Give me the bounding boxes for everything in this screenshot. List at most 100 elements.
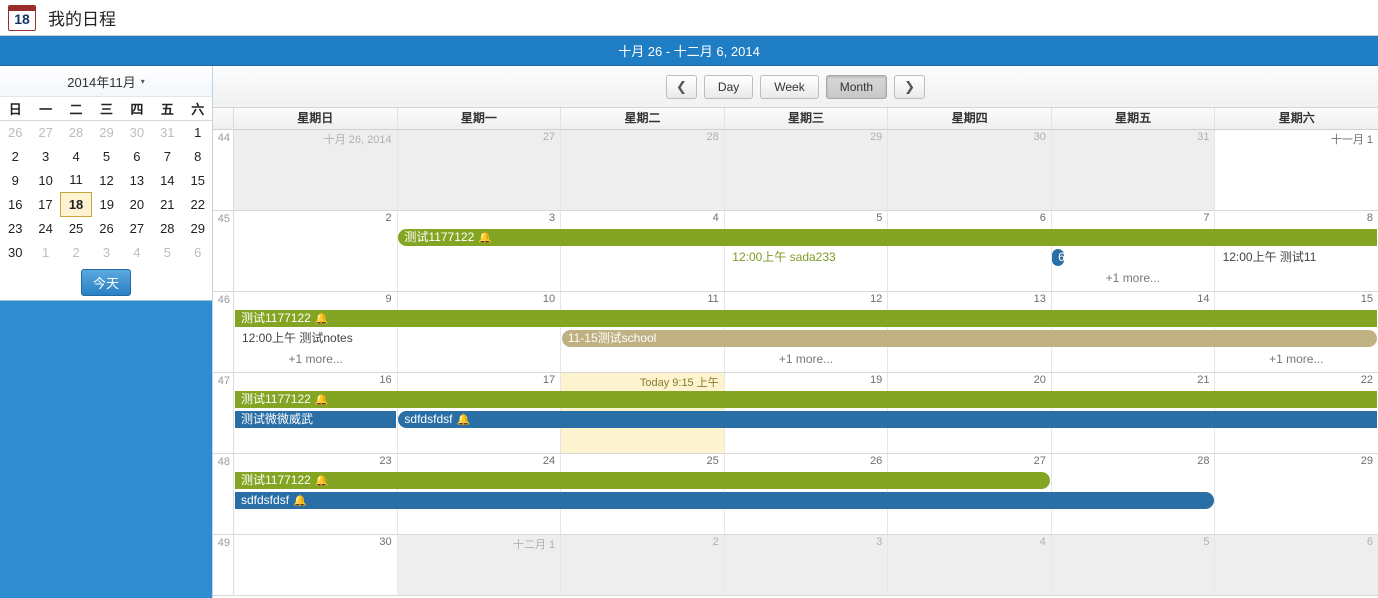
- more-events-link[interactable]: +1 more...: [1215, 352, 1378, 367]
- calendar-event[interactable]: 测试1177122 🔔: [235, 310, 1377, 327]
- day-cell[interactable]: 28: [560, 130, 724, 210]
- mini-calendar-day[interactable]: 22: [183, 192, 213, 216]
- mini-calendar-day[interactable]: 17: [30, 192, 60, 216]
- mini-calendar-day[interactable]: 9: [0, 168, 30, 192]
- mini-calendar-day-today[interactable]: 18: [60, 191, 92, 217]
- mini-calendar-day[interactable]: 20: [122, 192, 152, 216]
- day-cell[interactable]: 6: [887, 211, 1051, 291]
- mini-calendar-day[interactable]: 16: [0, 192, 30, 216]
- prev-button[interactable]: ❮: [666, 74, 697, 99]
- calendar-event-timed[interactable]: 12:00上午 测试notes: [236, 330, 395, 347]
- day-number: 30: [379, 536, 392, 548]
- mini-calendar-day[interactable]: 29: [183, 216, 213, 240]
- week-number: 45: [213, 211, 234, 291]
- mini-calendar-day[interactable]: 27: [122, 216, 152, 240]
- mini-calendar-day[interactable]: 28: [61, 120, 91, 144]
- day-cell[interactable]: 十月 26, 2014: [234, 130, 397, 210]
- mini-calendar-day[interactable]: 12: [91, 168, 121, 192]
- mini-calendar-week-row: 16 17 18 19 20 21 22: [0, 191, 213, 217]
- day-cell[interactable]: 十二月 1: [396, 535, 561, 595]
- mini-calendar-day[interactable]: 31: [152, 120, 182, 144]
- day-number: 25: [706, 455, 719, 467]
- mini-calendar-day[interactable]: 3: [91, 240, 121, 264]
- day-cell[interactable]: 3: [396, 211, 561, 291]
- mini-calendar-day[interactable]: 15: [183, 168, 213, 192]
- day-number: 24: [542, 455, 556, 467]
- day-cell[interactable]: 6: [1214, 535, 1378, 595]
- mini-calendar-day[interactable]: 6: [122, 144, 152, 168]
- calendar-event[interactable]: sdfdsfdsf 🔔: [235, 492, 1214, 509]
- day-cell[interactable]: 2: [234, 211, 397, 291]
- day-cell[interactable]: 27: [396, 130, 561, 210]
- day-number: 6: [1366, 536, 1374, 548]
- calendar-event-timed[interactable]: 12:00上午 测试11: [1217, 249, 1376, 266]
- mini-calendar-day[interactable]: 3: [30, 144, 60, 168]
- mini-calendar-day[interactable]: 6: [183, 240, 213, 264]
- calendar-event[interactable]: 11-15测试school: [561, 330, 1377, 347]
- mini-calendar-day[interactable]: 2: [0, 144, 30, 168]
- mini-calendar-day[interactable]: 28: [152, 216, 182, 240]
- mini-calendar-day[interactable]: 10: [30, 168, 60, 192]
- calendar-event[interactable]: 测试1177122 🔔: [235, 391, 1377, 408]
- more-events-link[interactable]: +1 more...: [1051, 271, 1214, 286]
- mini-calendar-day[interactable]: 26: [91, 216, 121, 240]
- day-cell[interactable]: 10: [396, 292, 561, 372]
- mini-calendar-week-row: 30 1 2 3 4 5 6: [0, 240, 213, 264]
- day-cell[interactable]: 4: [560, 211, 724, 291]
- calendar-event[interactable]: sdfdsfdsf 🔔: [398, 411, 1377, 428]
- more-events-link[interactable]: +1 more...: [234, 352, 397, 367]
- calendar-event[interactable]: 测试1177122 🔔: [235, 472, 1051, 489]
- calendar-event[interactable]: 6测试Home!!: [1052, 249, 1065, 266]
- day-cell[interactable]: 29: [1214, 454, 1378, 534]
- more-events-link[interactable]: +1 more...: [724, 352, 887, 367]
- calendar-event[interactable]: 测试1177122 🔔: [398, 229, 1377, 246]
- day-number: 29: [870, 131, 883, 143]
- day-cell[interactable]: 31: [1050, 130, 1215, 210]
- mini-calendar-day[interactable]: 7: [152, 144, 182, 168]
- day-cell[interactable]: 3: [723, 535, 888, 595]
- mini-calendar-day[interactable]: 23: [0, 216, 30, 240]
- mini-calendar-header[interactable]: 2014年11月 ▾: [0, 66, 212, 97]
- mini-calendar-day[interactable]: 19: [91, 192, 121, 216]
- calendar-event-timed[interactable]: 12:00上午 sada233: [726, 249, 885, 266]
- mini-calendar-day[interactable]: 24: [30, 216, 60, 240]
- mini-calendar-day[interactable]: 5: [91, 144, 121, 168]
- view-button-month[interactable]: Month: [825, 74, 888, 99]
- view-button-day[interactable]: Day: [703, 74, 754, 99]
- mini-calendar-day[interactable]: 27: [30, 120, 60, 144]
- day-cell[interactable]: 30: [887, 130, 1051, 210]
- mini-calendar-day[interactable]: 29: [91, 120, 121, 144]
- mini-calendar-day[interactable]: 1: [30, 240, 60, 264]
- today-button[interactable]: 今天: [80, 268, 131, 296]
- day-cell[interactable]: 十一月 1: [1214, 130, 1378, 210]
- day-cell[interactable]: 2: [560, 535, 724, 595]
- body-split: 2014年11月 ▾ 日一二三四五六 26 27 28 29 30 31 1 2 3 4 5 6 7 8 9…: [0, 66, 1378, 598]
- weekday-header-0: 星期日: [297, 111, 334, 125]
- mini-calendar-day[interactable]: 5: [152, 240, 182, 264]
- bell-icon: 🔔: [478, 232, 492, 244]
- calendar-event-title: sdfdsfdsf: [404, 412, 453, 426]
- calendar-event[interactable]: 测试微微威武: [235, 411, 397, 428]
- mini-calendar-day[interactable]: 2: [61, 240, 91, 264]
- weekday-header-4: 星期四: [887, 108, 1051, 129]
- mini-calendar-day[interactable]: 4: [122, 240, 152, 264]
- mini-calendar-day[interactable]: 25: [61, 216, 91, 240]
- chevron-down-icon[interactable]: ▾: [141, 77, 145, 86]
- mini-calendar-day[interactable]: 11: [61, 168, 91, 192]
- day-cell[interactable]: 30: [234, 535, 397, 595]
- mini-calendar-day[interactable]: 8: [183, 144, 213, 168]
- view-button-week[interactable]: Week: [760, 74, 819, 99]
- day-cell[interactable]: 4: [887, 535, 1051, 595]
- mini-calendar-day[interactable]: 30: [0, 240, 30, 264]
- day-cell[interactable]: 5: [1050, 535, 1215, 595]
- mini-calendar-day[interactable]: 4: [61, 144, 91, 168]
- mini-calendar-day[interactable]: 26: [0, 120, 30, 144]
- mini-calendar-day[interactable]: 30: [122, 120, 152, 144]
- day-number: 28: [1197, 455, 1210, 467]
- next-button[interactable]: ❯: [894, 74, 925, 99]
- mini-calendar-day[interactable]: 1: [183, 120, 213, 144]
- mini-calendar-day[interactable]: 14: [152, 168, 182, 192]
- mini-calendar-day[interactable]: 21: [152, 192, 182, 216]
- mini-calendar-day[interactable]: 13: [122, 168, 152, 192]
- day-cell[interactable]: 29: [723, 130, 888, 210]
